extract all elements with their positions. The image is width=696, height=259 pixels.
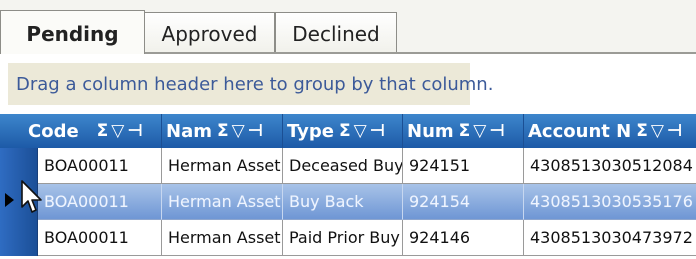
column-header-num[interactable]: Num Σ ▽ ⊣	[403, 114, 524, 148]
filter-icon[interactable]: ▽	[354, 122, 367, 140]
mouse-pointer-icon	[21, 180, 42, 213]
sum-icon[interactable]: Σ	[97, 122, 109, 140]
cell-num[interactable]: 924154	[403, 184, 524, 220]
row-selector[interactable]	[0, 148, 38, 184]
table-row[interactable]: BOA00011 Herman Asset Deceased Buy 92415…	[0, 148, 696, 184]
column-header-account[interactable]: Account N Σ ▽ ⊣	[524, 114, 696, 148]
cell-type[interactable]: Paid Prior Buy	[283, 220, 403, 256]
cell-name[interactable]: Herman Asset	[162, 184, 283, 220]
cell-account[interactable]: 4308513030535176	[524, 184, 696, 220]
cell-code[interactable]: BOA00011	[38, 184, 162, 220]
pin-icon[interactable]: ⊣	[248, 122, 264, 140]
pin-icon[interactable]: ⊣	[370, 122, 386, 140]
cell-name[interactable]: Herman Asset	[162, 148, 283, 184]
pin-icon[interactable]: ⊣	[127, 122, 143, 140]
tab-declined-label: Declined	[292, 22, 380, 46]
tab-declined[interactable]: Declined	[275, 12, 397, 53]
tab-strip: Pending Approved Declined	[0, 0, 696, 54]
group-by-drop-area[interactable]: Drag a column header here to group by th…	[8, 63, 493, 105]
pin-icon[interactable]: ⊣	[489, 122, 505, 140]
row-selector[interactable]	[0, 220, 38, 256]
column-header-num-label: Num	[407, 120, 454, 142]
column-header-name-label: Nam	[166, 120, 212, 142]
column-header-name[interactable]: Nam Σ ▽ ⊣	[162, 114, 283, 148]
cell-code[interactable]: BOA00011	[38, 148, 162, 184]
filter-icon[interactable]: ▽	[651, 122, 664, 140]
filter-icon[interactable]: ▽	[473, 122, 486, 140]
pin-icon[interactable]: ⊣	[667, 122, 683, 140]
cell-num[interactable]: 924151	[403, 148, 524, 184]
cell-account[interactable]: 4308513030512084	[524, 148, 696, 184]
filter-icon[interactable]: ▽	[111, 122, 124, 140]
tab-approved-label: Approved	[161, 22, 258, 46]
column-header-code-label: Code	[28, 120, 79, 142]
grid-header-row: Code Σ ▽ ⊣ Nam Σ ▽ ⊣ Type Σ ▽ ⊣ Num Σ ▽ …	[0, 114, 696, 148]
sum-icon[interactable]: Σ	[339, 122, 351, 140]
sum-icon[interactable]: Σ	[217, 122, 229, 140]
table-row-selected[interactable]: BOA00011 Herman Asset Buy Back 924154 43…	[0, 184, 696, 220]
column-header-type-label: Type	[287, 120, 334, 142]
current-row-indicator-icon	[5, 193, 14, 207]
orders-grid-window: Pending Approved Declined Drag a column …	[0, 0, 696, 259]
data-grid: Code Σ ▽ ⊣ Nam Σ ▽ ⊣ Type Σ ▽ ⊣ Num Σ ▽ …	[0, 114, 696, 259]
column-header-code[interactable]: Code Σ ▽ ⊣	[0, 114, 162, 148]
column-header-type[interactable]: Type Σ ▽ ⊣	[283, 114, 403, 148]
cell-type[interactable]: Buy Back	[283, 184, 403, 220]
tab-pending[interactable]: Pending	[0, 10, 145, 54]
sum-icon[interactable]: Σ	[636, 122, 648, 140]
tab-pending-label: Pending	[26, 21, 119, 46]
cell-name[interactable]: Herman Asset	[162, 220, 283, 256]
tab-approved[interactable]: Approved	[144, 12, 275, 53]
group-by-prompt: Drag a column header here to group by th…	[16, 73, 494, 95]
cell-account[interactable]: 4308513030473972	[524, 220, 696, 256]
filter-icon[interactable]: ▽	[232, 122, 245, 140]
column-header-account-label: Account N	[528, 120, 632, 142]
cell-num[interactable]: 924146	[403, 220, 524, 256]
cell-code[interactable]: BOA00011	[38, 220, 162, 256]
table-row[interactable]: BOA00011 Herman Asset Paid Prior Buy 924…	[0, 220, 696, 256]
sum-icon[interactable]: Σ	[459, 122, 471, 140]
cell-type[interactable]: Deceased Buy	[283, 148, 403, 184]
